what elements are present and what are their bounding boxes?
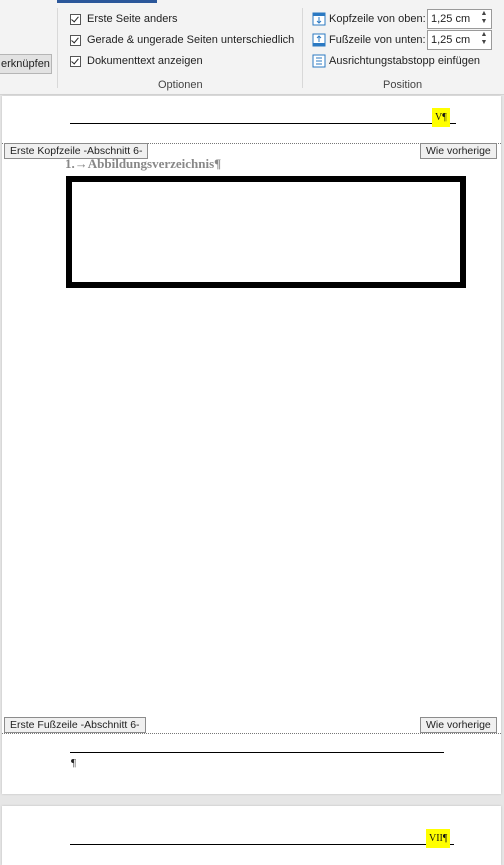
active-tab-indicator xyxy=(57,0,157,3)
checkbox-checked-icon xyxy=(70,13,81,25)
footer-from-bottom-control: Fußzeile von unten: xyxy=(312,30,426,50)
footer-boundary xyxy=(2,733,501,734)
checkbox-checked-icon xyxy=(70,34,81,46)
checkbox-label: Gerade & ungerade Seiten unterschiedlich xyxy=(87,34,295,46)
spinner-arrows-icon[interactable]: ▲ ▼ xyxy=(479,10,489,28)
show-document-text-checkbox[interactable]: Dokumenttext anzeigen xyxy=(70,53,203,69)
header-page-number: VII¶ xyxy=(426,829,451,848)
ribbon: erknüpfen Erste Seite anders Gerade & un… xyxy=(0,0,504,95)
header-position-icon xyxy=(312,12,326,26)
header-rule xyxy=(70,844,454,845)
different-odd-even-checkbox[interactable]: Gerade & ungerade Seiten unterschiedlich xyxy=(70,32,294,48)
options-group-label: Optionen xyxy=(158,79,203,91)
footer-from-bottom-value: 1,25 cm xyxy=(431,34,471,46)
footer-position-icon xyxy=(312,33,326,47)
header-from-top-input[interactable]: 1,25 cm ▲ ▼ xyxy=(427,9,492,29)
figures-heading: 1.→Abbildungsverzeichnis¶ xyxy=(65,156,222,171)
document-page[interactable]: V¶ Erste Kopfzeile -Abschnitt 6- Wie vor… xyxy=(2,96,501,794)
checkbox-checked-icon xyxy=(70,55,81,67)
document-page-next[interactable]: VII¶ xyxy=(2,806,501,865)
different-first-page-checkbox[interactable]: Erste Seite anders xyxy=(70,11,178,27)
footer-rule xyxy=(70,752,444,753)
alignment-tab-icon xyxy=(312,54,326,68)
checkbox-label: Dokumenttext anzeigen xyxy=(87,55,203,67)
group-separator xyxy=(302,8,303,88)
footer-from-bottom-label: Fußzeile von unten: xyxy=(329,34,426,46)
footer-section-tag: Erste Fußzeile -Abschnitt 6- xyxy=(4,717,146,733)
group-separator xyxy=(57,8,58,88)
spinner-arrows-icon[interactable]: ▲ ▼ xyxy=(479,31,489,49)
header-from-top-label: Kopfzeile von oben: xyxy=(329,13,426,25)
insert-alignment-tab-label: Ausrichtungstabstopp einfügen xyxy=(329,55,481,67)
header-same-as-previous-tag: Wie vorherige xyxy=(420,143,497,159)
header-page-number: V¶ xyxy=(432,108,450,127)
insert-alignment-tab-button[interactable]: Ausrichtungstabstopp einfügen xyxy=(312,51,480,71)
header-from-top-value: 1,25 cm xyxy=(431,13,471,25)
footer-from-bottom-input[interactable]: 1,25 cm ▲ ▼ xyxy=(427,30,492,50)
link-to-previous-button[interactable]: erknüpfen xyxy=(0,54,52,74)
checkbox-label: Erste Seite anders xyxy=(87,13,178,25)
header-rule xyxy=(70,123,456,124)
footer-same-as-previous-tag: Wie vorherige xyxy=(420,717,497,733)
position-group-label: Position xyxy=(383,79,423,91)
footer-paragraph-mark: ¶ xyxy=(71,757,76,769)
image-frame[interactable] xyxy=(66,176,466,288)
header-from-top-control: Kopfzeile von oben: xyxy=(312,9,426,29)
